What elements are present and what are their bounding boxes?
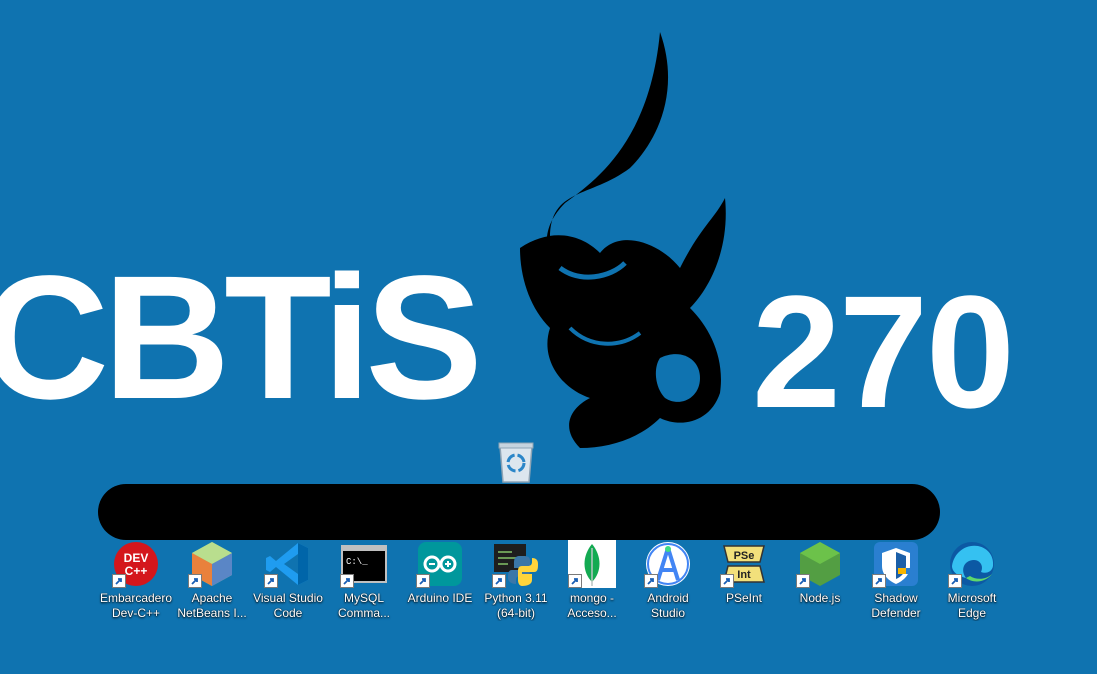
shortcut-arrow-icon	[948, 574, 962, 588]
shortcut-arrow-icon	[872, 574, 886, 588]
desktop-icon-mongo[interactable]: mongo - Acceso...	[554, 540, 630, 626]
pseint-glyph-top: PSe	[734, 550, 755, 562]
desktop-icon-mysql[interactable]: C:\_ MySQL Comma...	[326, 540, 402, 626]
shortcut-arrow-icon	[492, 574, 506, 588]
shortcut-arrow-icon	[720, 574, 734, 588]
pseint-glyph-bottom: Int	[737, 569, 751, 581]
mysql-prompt-glyph: C:\_	[346, 557, 368, 567]
desktop-icon-arduino[interactable]: Arduino IDE	[402, 540, 478, 626]
desktop-icon-label: Microsoft Edge	[947, 591, 997, 620]
devcpp-glyph-bottom: C++	[125, 564, 148, 578]
shortcut-arrow-icon	[796, 574, 810, 588]
desktop-icon-nodejs[interactable]: Node.js	[782, 540, 858, 626]
desktop-icon-netbeans[interactable]: Apache NetBeans I...	[174, 540, 250, 626]
desktop-icon-label: Visual Studio Code	[253, 591, 323, 620]
shortcut-arrow-icon	[188, 574, 202, 588]
desktop-icon-android-studio[interactable]: Android Studio	[630, 540, 706, 626]
desktop-icon-vscode[interactable]: Visual Studio Code	[250, 540, 326, 626]
shortcut-arrow-icon	[340, 574, 354, 588]
desktop-icon-label: MySQL Comma...	[337, 591, 390, 620]
shortcut-arrow-icon	[568, 574, 582, 588]
desktop-icon-label: Shadow Defender	[871, 591, 921, 620]
desktop-icon-label: Embarcadero Dev-C++	[99, 591, 173, 620]
desktop-icon-label: PSeInt	[725, 591, 763, 605]
desktop-icon-devcpp[interactable]: DEV C++ Embarcadero Dev-C++	[98, 540, 174, 626]
desktop-icon-row: DEV C++ Embarcadero Dev-C++ Apache NetBean…	[98, 540, 1097, 630]
desktop-icon-label: mongo - Acceso...	[567, 591, 617, 620]
shortcut-arrow-icon	[416, 574, 430, 588]
redaction-bar	[98, 484, 940, 540]
shortcut-arrow-icon	[264, 574, 278, 588]
desktop-icon-pseint[interactable]: PSe Int PSeInt	[706, 540, 782, 626]
shortcut-arrow-icon	[644, 574, 658, 588]
devcpp-glyph-top: DEV	[124, 551, 149, 565]
wallpaper-text-cbtis: CBTiS	[0, 240, 483, 436]
desktop-icon-label: Python 3.11 (64-bit)	[484, 591, 548, 620]
recycle-bin-icon[interactable]	[496, 440, 536, 484]
desktop-icon-label: Node.js	[799, 591, 841, 605]
desktop-icon-shadow-defender[interactable]: Shadow Defender	[858, 540, 934, 626]
shortcut-arrow-icon	[112, 574, 126, 588]
desktop-icon-label: Apache NetBeans I...	[177, 591, 247, 620]
desktop-icon-label: Arduino IDE	[407, 591, 473, 605]
desktop-icon-label: Android Studio	[647, 591, 689, 620]
wallpaper-text-270: 270	[752, 262, 1015, 441]
bull-mascot-icon	[520, 32, 726, 448]
desktop-icon-edge[interactable]: Microsoft Edge	[934, 540, 1010, 626]
desktop-icon-python[interactable]: Python 3.11 (64-bit)	[478, 540, 554, 626]
